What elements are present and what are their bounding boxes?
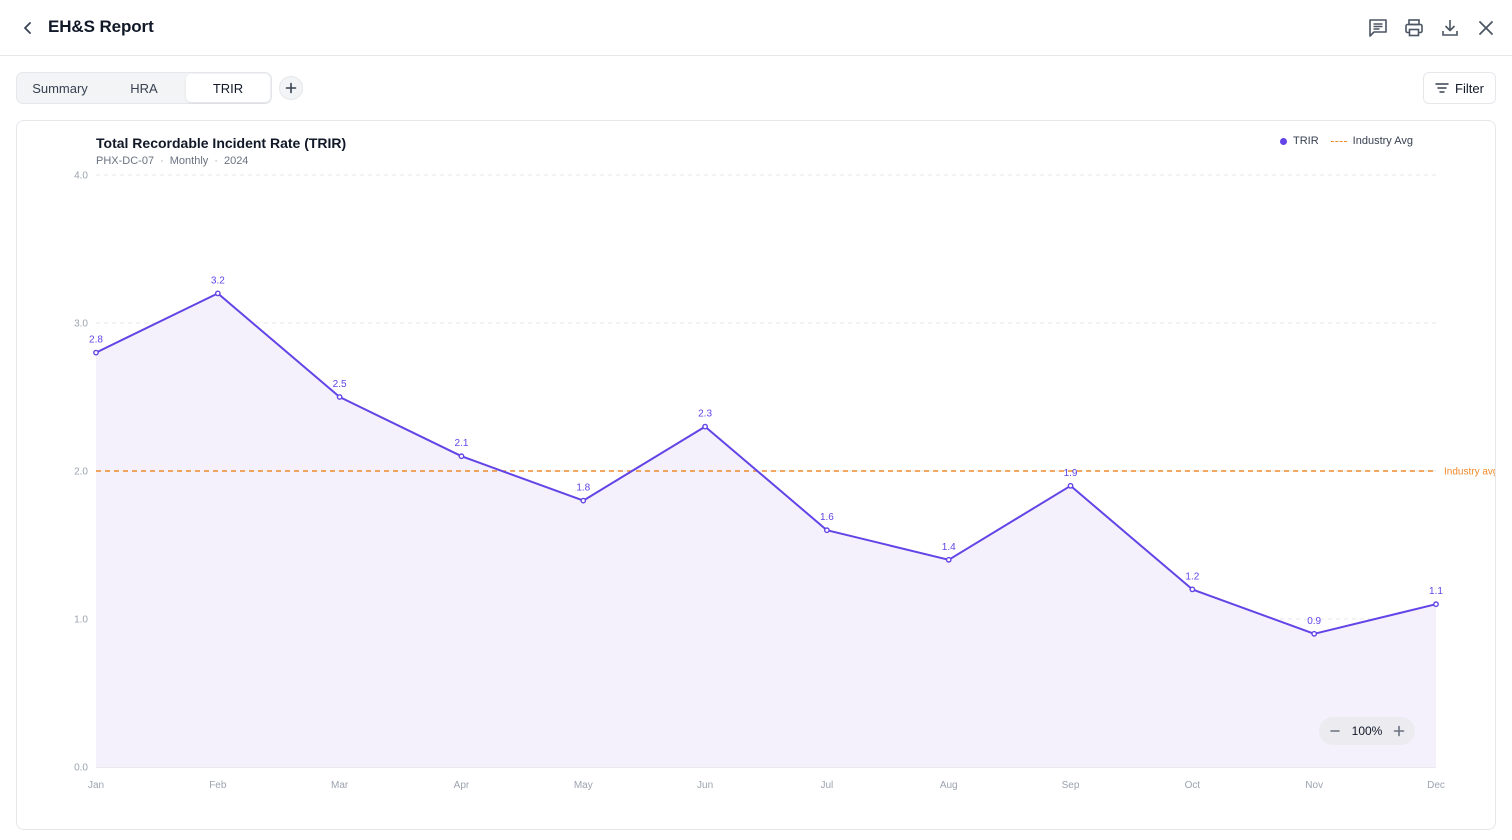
trir-line-chart: 0.0 1.0 2.0 3.0 4.0 Industry avg 2 2.8 3.2 2.5 2.… bbox=[74, 171, 1496, 792]
plus-icon bbox=[1393, 725, 1405, 737]
toolbar: Summary HRA TRIR Filter bbox=[16, 72, 1496, 104]
legend-dash-icon bbox=[1330, 140, 1347, 142]
tab-trir[interactable]: TRIR bbox=[186, 74, 270, 102]
data-label: 3.2 bbox=[211, 275, 225, 286]
data-label: 1.4 bbox=[942, 542, 956, 553]
data-point bbox=[458, 453, 465, 460]
legend-item-industry[interactable]: Industry Avg bbox=[1330, 135, 1413, 147]
minus-icon bbox=[1330, 730, 1340, 732]
x-tick-label: Aug bbox=[940, 780, 958, 791]
legend-item-trir[interactable]: TRIR bbox=[1279, 135, 1319, 147]
x-tick-label: Nov bbox=[1305, 780, 1323, 791]
data-point bbox=[1311, 630, 1318, 637]
filter-button[interactable]: Filter bbox=[1423, 72, 1496, 104]
chart-legend: TRIR Industry Avg bbox=[1279, 135, 1413, 147]
print-icon bbox=[1405, 19, 1423, 37]
close-icon bbox=[1479, 21, 1493, 35]
chart-subtitle: PHX-DC-07 · Monthly · 2024 bbox=[96, 155, 248, 167]
data-point bbox=[93, 349, 99, 356]
back-button[interactable] bbox=[16, 16, 40, 40]
x-tick-label: Jul bbox=[821, 780, 834, 791]
data-label: 1.6 bbox=[820, 512, 834, 523]
zoom-control: 100% bbox=[1319, 717, 1415, 745]
year: 2024 bbox=[223, 155, 249, 167]
x-tick-label: Dec bbox=[1427, 780, 1445, 791]
x-tick-label: Mar bbox=[331, 780, 349, 791]
download-icon bbox=[1442, 20, 1458, 36]
x-tick-label: May bbox=[574, 780, 593, 791]
tab-summary[interactable]: Summary bbox=[18, 74, 102, 102]
tab-hra[interactable]: HRA bbox=[102, 74, 186, 102]
data-point bbox=[1189, 586, 1196, 593]
x-tick-label: Oct bbox=[1185, 780, 1201, 791]
zoom-out-button[interactable] bbox=[1327, 723, 1343, 739]
zoom-in-button[interactable] bbox=[1391, 723, 1407, 739]
data-point bbox=[1067, 482, 1074, 489]
legend-label-trir: TRIR bbox=[1292, 135, 1319, 147]
comment-button[interactable] bbox=[1364, 14, 1392, 42]
data-label: 2.3 bbox=[698, 409, 712, 420]
legend-label-industry: Industry Avg bbox=[1352, 135, 1413, 147]
download-button[interactable] bbox=[1436, 14, 1464, 42]
data-label: 1.2 bbox=[1185, 571, 1199, 582]
plus-icon bbox=[285, 82, 297, 94]
print-button[interactable] bbox=[1400, 14, 1428, 42]
y-tick-label: 4.0 bbox=[74, 171, 88, 182]
chart-title: Total Recordable Incident Rate (TRIR) bbox=[96, 135, 347, 151]
data-point bbox=[580, 497, 587, 504]
data-label: 0.9 bbox=[1307, 616, 1321, 627]
header-actions bbox=[1364, 14, 1500, 42]
app-header: EH&S Report bbox=[0, 0, 1512, 56]
data-point bbox=[702, 423, 708, 430]
site-code: PHX-DC-07 bbox=[96, 155, 155, 167]
y-tick-label: 0.0 bbox=[74, 763, 88, 774]
x-tick-label: Jun bbox=[697, 780, 713, 791]
chevron-left-icon bbox=[24, 22, 31, 34]
data-label: 2.5 bbox=[333, 379, 347, 390]
add-tab-button[interactable] bbox=[279, 76, 303, 100]
tab-bar: Summary HRA TRIR bbox=[16, 72, 272, 104]
y-tick-label: 1.0 bbox=[74, 615, 88, 626]
period: Monthly bbox=[169, 155, 209, 167]
y-tick-label: 3.0 bbox=[74, 319, 88, 330]
data-point bbox=[824, 527, 830, 534]
zoom-level: 100% bbox=[1351, 724, 1383, 738]
chart-card: 0.0 1.0 2.0 3.0 4.0 Industry avg 2 2.8 3.2 2.5 2.… bbox=[16, 120, 1496, 830]
data-label: 1.8 bbox=[576, 483, 590, 494]
x-tick-label: Sep bbox=[1062, 780, 1080, 791]
comment-icon bbox=[1369, 19, 1387, 37]
data-point bbox=[945, 556, 952, 563]
data-label: 1.9 bbox=[1064, 468, 1078, 479]
x-tick-label: Apr bbox=[454, 780, 470, 791]
series-area-trir bbox=[96, 293, 1436, 767]
data-point bbox=[214, 290, 221, 297]
subtitle-separator: · bbox=[160, 155, 164, 167]
page-title: EH&S Report bbox=[48, 17, 154, 36]
y-tick-label: 2.0 bbox=[74, 467, 88, 478]
filter-icon bbox=[1435, 83, 1449, 93]
x-tick-label: Feb bbox=[209, 780, 227, 791]
subtitle-separator: · bbox=[214, 155, 218, 167]
close-button[interactable] bbox=[1472, 14, 1500, 42]
industry-avg-label: Industry avg 2 bbox=[1444, 467, 1496, 478]
data-point bbox=[336, 394, 343, 400]
x-tick-label: Jan bbox=[88, 780, 104, 791]
data-label: 2.8 bbox=[89, 335, 103, 346]
legend-dot-icon bbox=[1279, 137, 1287, 145]
data-point bbox=[1433, 601, 1439, 608]
data-label: 1.1 bbox=[1429, 586, 1443, 597]
data-label: 2.1 bbox=[455, 438, 469, 449]
filter-label: Filter bbox=[1455, 80, 1484, 96]
